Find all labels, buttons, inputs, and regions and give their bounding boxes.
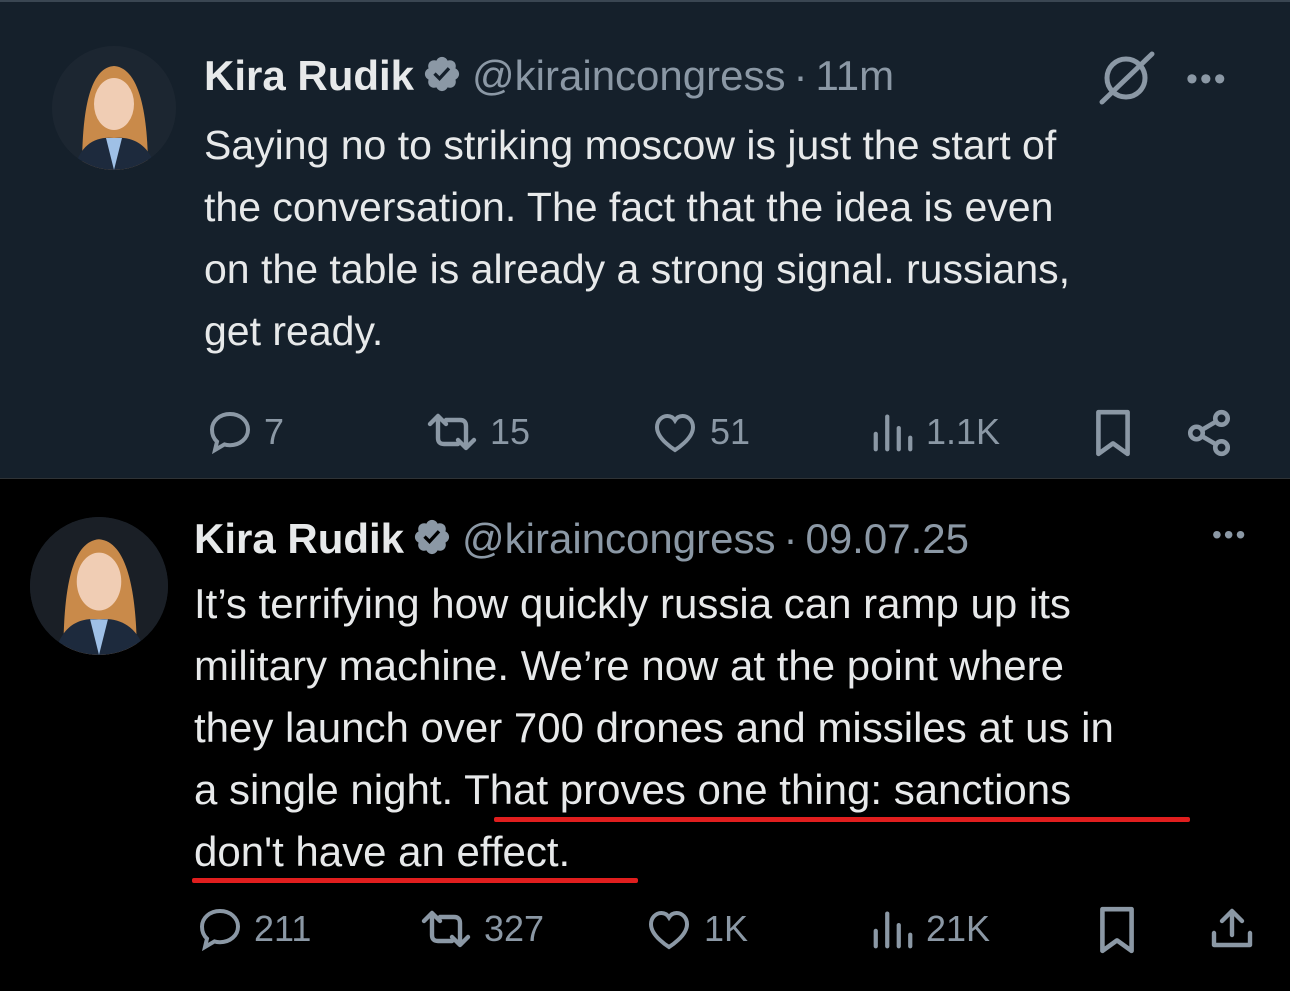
tweet-text: It’s terrifying how quickly russia can r… xyxy=(194,573,1114,883)
more-options-icon[interactable]: ••• xyxy=(1186,60,1228,99)
like-count: 51 xyxy=(710,411,751,452)
separator: · xyxy=(793,52,808,99)
avatar-image xyxy=(52,46,176,170)
tweet-text-line: the conversation. The fact that the idea… xyxy=(204,184,1054,230)
avatar[interactable] xyxy=(52,46,176,170)
reply-count: 7 xyxy=(264,411,285,452)
avatar[interactable] xyxy=(30,517,168,655)
tweet-text-segment: a single night. xyxy=(194,766,465,813)
red-underline xyxy=(494,817,1190,822)
bookmark-icon[interactable] xyxy=(1096,905,1138,960)
red-underline xyxy=(192,878,638,883)
more-options-icon[interactable]: ••• xyxy=(1212,519,1247,551)
upload-share-icon[interactable] xyxy=(1208,905,1256,958)
reply-count: 211 xyxy=(254,908,312,949)
views-button[interactable]: 21K xyxy=(870,907,990,951)
timestamp[interactable]: 11m xyxy=(815,52,894,100)
heart-icon xyxy=(648,910,690,950)
repost-icon xyxy=(427,413,477,451)
view-count: 1.1K xyxy=(926,411,1001,452)
verified-badge-icon xyxy=(412,517,452,562)
bookmark-icon[interactable] xyxy=(1092,408,1134,463)
reply-icon xyxy=(199,908,241,951)
repost-count: 15 xyxy=(490,411,531,452)
highlighted-text: don't have an effect. xyxy=(194,828,571,875)
separator: · xyxy=(783,515,798,562)
author-name[interactable]: Kira Rudik xyxy=(194,515,404,563)
reply-button[interactable]: 211 xyxy=(196,907,311,951)
avatar-image xyxy=(30,517,168,655)
author-handle[interactable]: @kiraincongress xyxy=(472,52,785,100)
views-button[interactable]: 1.1K xyxy=(870,410,1000,454)
author-name[interactable]: Kira Rudik xyxy=(204,52,414,100)
author-handle[interactable]: @kiraincongress xyxy=(462,515,775,563)
tweet-text-line: It’s terrifying how quickly russia can r… xyxy=(194,580,1071,627)
tweet-text-line: a single night. That proves one thing: s… xyxy=(194,759,1114,821)
reply-button[interactable]: 7 xyxy=(206,410,284,454)
share-icon[interactable] xyxy=(1184,408,1234,463)
verified-badge-icon xyxy=(422,54,462,99)
tweet-header: Kira Rudik @kiraincongress · 09.07.25 xyxy=(194,515,969,563)
like-button[interactable]: 51 xyxy=(650,410,750,454)
heart-icon xyxy=(654,413,696,453)
timestamp[interactable]: 09.07.25 xyxy=(805,515,969,563)
grok-icon[interactable] xyxy=(1098,50,1156,111)
repost-icon xyxy=(421,910,471,948)
tweet-text-line: military machine. We’re now at the point… xyxy=(194,642,1064,689)
repost-count: 327 xyxy=(484,908,545,949)
like-count: 1K xyxy=(704,908,749,949)
repost-button[interactable]: 327 xyxy=(418,907,544,951)
tweet-1[interactable]: Kira Rudik @kiraincongress · 11m ••• Say… xyxy=(0,0,1290,478)
tweet-text-line: they launch over 700 drones and missiles… xyxy=(194,704,1114,751)
tweet-2[interactable]: Kira Rudik @kiraincongress · 09.07.25 ••… xyxy=(0,478,1290,991)
tweet-text-line: on the table is already a strong signal.… xyxy=(204,246,1071,292)
tweet-text: Saying no to striking moscow is just the… xyxy=(204,114,1070,362)
tweet-header: Kira Rudik @kiraincongress · 11m xyxy=(204,52,894,100)
tweet-text-line: get ready. xyxy=(204,308,384,354)
repost-button[interactable]: 15 xyxy=(424,410,530,454)
tweet-text-line: Saying no to striking moscow is just the… xyxy=(204,122,1057,168)
views-chart-icon xyxy=(873,911,913,949)
reply-icon xyxy=(209,411,251,454)
view-count: 21K xyxy=(926,908,991,949)
like-button[interactable]: 1K xyxy=(644,907,748,951)
views-chart-icon xyxy=(873,414,913,452)
highlighted-text: That proves one thing: sanctions xyxy=(464,766,1072,813)
